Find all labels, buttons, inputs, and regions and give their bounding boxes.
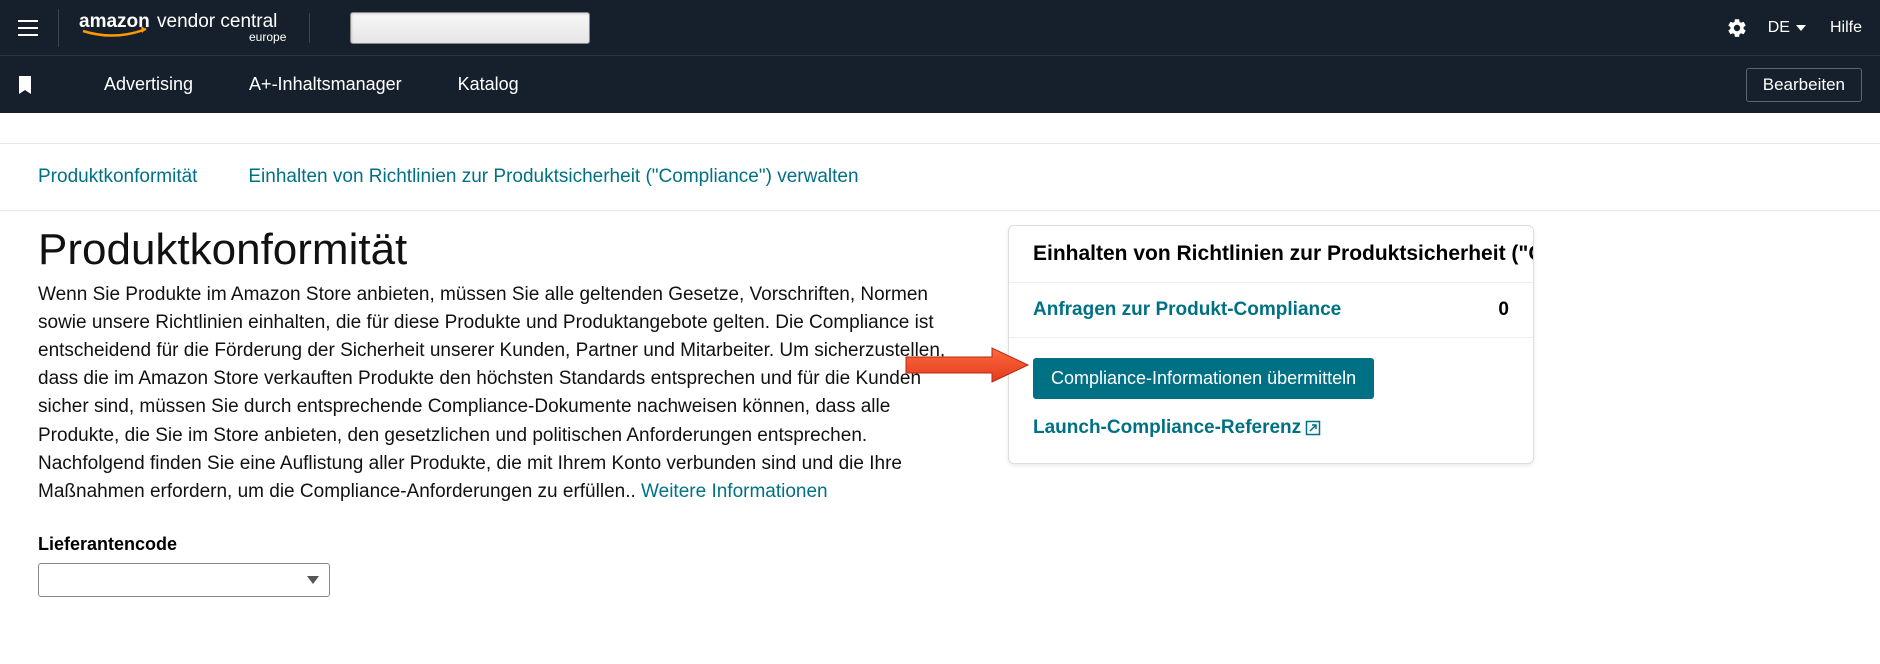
divider — [309, 13, 310, 43]
panel-requests-row: Anfragen zur Produkt-Compliance 0 — [1009, 283, 1533, 338]
nav-a-plus[interactable]: A+-Inhaltsmanager — [249, 74, 402, 95]
help-link[interactable]: Hilfe — [1830, 19, 1862, 37]
logo-amazon-text: amazon — [79, 11, 150, 32]
launch-compliance-reference-link[interactable]: Launch-Compliance-Referenz — [1033, 417, 1321, 439]
chevron-down-icon — [307, 576, 319, 584]
panel-body: Compliance-Informationen übermitteln Lau… — [1009, 338, 1533, 463]
supplier-code-select[interactable] — [38, 563, 330, 597]
nav-katalog[interactable]: Katalog — [458, 74, 519, 95]
sub-nav: Advertising A+-Inhaltsmanager Katalog Be… — [0, 55, 1880, 113]
nav-advertising[interactable]: Advertising — [104, 74, 193, 95]
breadcrumb-produktkonformitaet[interactable]: Produktkonformität — [38, 166, 197, 187]
main-column: Produktkonformität Wenn Sie Produkte im … — [38, 225, 948, 597]
intro-text: Wenn Sie Produkte im Amazon Store anbiet… — [38, 284, 945, 502]
breadcrumb: Produktkonformität Einhalten von Richtli… — [0, 143, 1880, 211]
external-link-icon — [1305, 420, 1321, 436]
intro-paragraph: Wenn Sie Produkte im Amazon Store anbiet… — [38, 281, 948, 506]
panel-title: Einhalten von Richtlinien zur Produktsic… — [1009, 226, 1533, 283]
bookmark-icon[interactable] — [18, 76, 32, 94]
more-info-link[interactable]: Weitere Informationen — [641, 481, 828, 502]
compliance-requests-count: 0 — [1498, 299, 1509, 321]
submit-compliance-button[interactable]: Compliance-Informationen übermitteln — [1033, 358, 1374, 399]
reference-link-label: Launch-Compliance-Referenz — [1033, 417, 1301, 439]
breadcrumb-compliance-verwalten[interactable]: Einhalten von Richtlinien zur Produktsic… — [248, 166, 858, 187]
gear-icon[interactable] — [1726, 17, 1748, 39]
page-title: Produktkonformität — [38, 225, 948, 275]
logo[interactable]: amazon vendor central europe — [79, 11, 289, 45]
language-selector[interactable]: DE — [1768, 19, 1806, 37]
logo-europe-text: europe — [249, 30, 287, 44]
side-panel: Einhalten von Richtlinien zur Produktsic… — [1008, 225, 1534, 464]
logo-vendor-central-text: vendor central — [157, 11, 277, 32]
compliance-requests-link[interactable]: Anfragen zur Produkt-Compliance — [1033, 299, 1341, 321]
search-input[interactable] — [350, 12, 590, 44]
content-area: Produktkonformität Wenn Sie Produkte im … — [0, 211, 1880, 611]
edit-button[interactable]: Bearbeiten — [1746, 68, 1862, 102]
supplier-code-label: Lieferantencode — [38, 534, 948, 555]
language-label: DE — [1768, 19, 1790, 37]
divider — [58, 9, 59, 47]
hamburger-menu-icon[interactable] — [18, 20, 38, 36]
top-bar: amazon vendor central europe DE Hilfe — [0, 0, 1880, 55]
chevron-down-icon — [1796, 25, 1806, 31]
